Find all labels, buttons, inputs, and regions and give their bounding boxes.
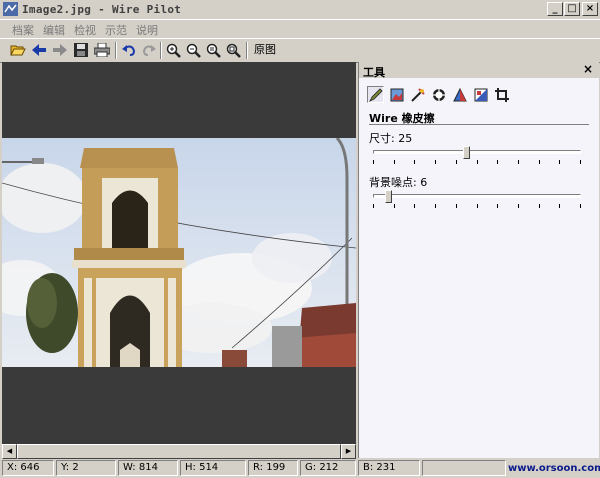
zoom-actual-icon[interactable] [224,41,243,59]
slider-tick [455,204,457,208]
slider-tick [580,160,581,164]
panel-close-icon[interactable]: × [583,62,593,76]
menu-file[interactable]: 档案 [12,22,34,38]
noise-slider-ticks [373,204,585,208]
slider-tick [559,160,561,164]
slider-tick [497,204,499,208]
tools-panel: 工具 × Wire 橡皮擦 尺寸: 25 背景噪点: 6 [358,62,599,458]
scrollbar-thumb[interactable] [17,444,341,459]
zoom-fit-icon[interactable] [204,41,223,59]
triangle-icon[interactable] [451,86,468,103]
menu-edit[interactable]: 编辑 [43,22,65,38]
status-bar: X: 646 Y: 2 W: 814 H: 514 R: 199 G: 212 … [0,459,600,478]
target-icon[interactable] [430,86,447,103]
forward-icon[interactable] [50,41,69,59]
wand-icon[interactable] [409,86,426,103]
menu-bar: 档案 编辑 检视 示范 说明 [0,20,600,37]
photo [2,138,356,367]
zoom-in-icon[interactable] [164,41,183,59]
status-y: Y: 2 [56,460,116,476]
back-icon[interactable] [29,41,48,59]
slider-tick [414,160,416,164]
window-title: Image2.jpg - Wire Pilot [22,3,182,16]
scroll-left-icon[interactable]: ◀ [2,444,17,459]
app-icon [3,2,18,16]
noise-slider-thumb[interactable] [385,190,393,203]
noise-label: 背景噪点: 6 [369,176,428,189]
horizontal-scrollbar[interactable]: ◀ ▶ [2,444,356,459]
noise-value: 6 [420,176,428,189]
maximize-button[interactable]: □ [564,2,580,16]
slider-tick [435,204,437,208]
slider-tick [497,160,499,164]
minimize-button[interactable]: _ [547,2,563,16]
menu-view[interactable]: 检视 [74,22,96,38]
zoom-out-icon[interactable] [184,41,203,59]
status-green: G: 212 [300,460,356,476]
open-icon[interactable] [8,41,27,59]
brand-watermark: www.orsoon.com [508,463,600,474]
scroll-right-icon[interactable]: ▶ [341,444,356,459]
slider-tick [517,204,519,208]
slider-tick [373,204,374,208]
panel-header: 工具 × [359,62,599,79]
panel-title: 工具 [363,66,385,79]
slider-tick [580,204,581,208]
slider-tick [393,160,395,164]
status-progress [422,460,506,476]
slider-tick [435,160,437,164]
size-slider-track[interactable] [373,150,581,154]
status-height: H: 514 [180,460,246,476]
status-red: R: 199 [248,460,298,476]
undo-icon[interactable] [119,41,138,59]
status-blue: B: 231 [358,460,420,476]
divider [369,124,589,125]
print-icon[interactable] [92,41,111,59]
slider-tick [538,204,540,208]
crop-icon[interactable] [493,86,510,103]
slider-tick [538,160,540,164]
slider-tick [393,204,395,208]
slider-tick [559,204,561,208]
status-width: W: 814 [118,460,178,476]
size-value: 25 [398,132,413,145]
pencil-icon[interactable] [367,86,384,103]
title-bar: Image2.jpg - Wire Pilot _ □ × [0,0,600,20]
slider-tick [476,160,478,164]
save-icon[interactable] [71,41,90,59]
slider-tick [373,160,374,164]
image-canvas[interactable] [2,62,356,444]
noise-slider-track[interactable] [373,194,581,198]
size-slider-ticks [373,160,585,164]
close-button[interactable]: × [582,2,598,16]
slider-tick [455,160,457,164]
menu-help[interactable]: 说明 [136,22,158,38]
menu-demo[interactable]: 示范 [105,22,127,38]
slider-tick [517,160,519,164]
size-slider-thumb[interactable] [463,146,471,159]
status-x: X: 646 [2,460,54,476]
slider-tick [414,204,416,208]
slider-tick [476,204,478,208]
original-image-button[interactable]: 原图 [250,41,280,59]
image-icon[interactable] [388,86,405,103]
redo-icon[interactable] [139,41,158,59]
toolbar: 原图 [0,38,600,63]
size-label: 尺寸: 25 [369,132,413,145]
mask-icon[interactable] [472,86,489,103]
